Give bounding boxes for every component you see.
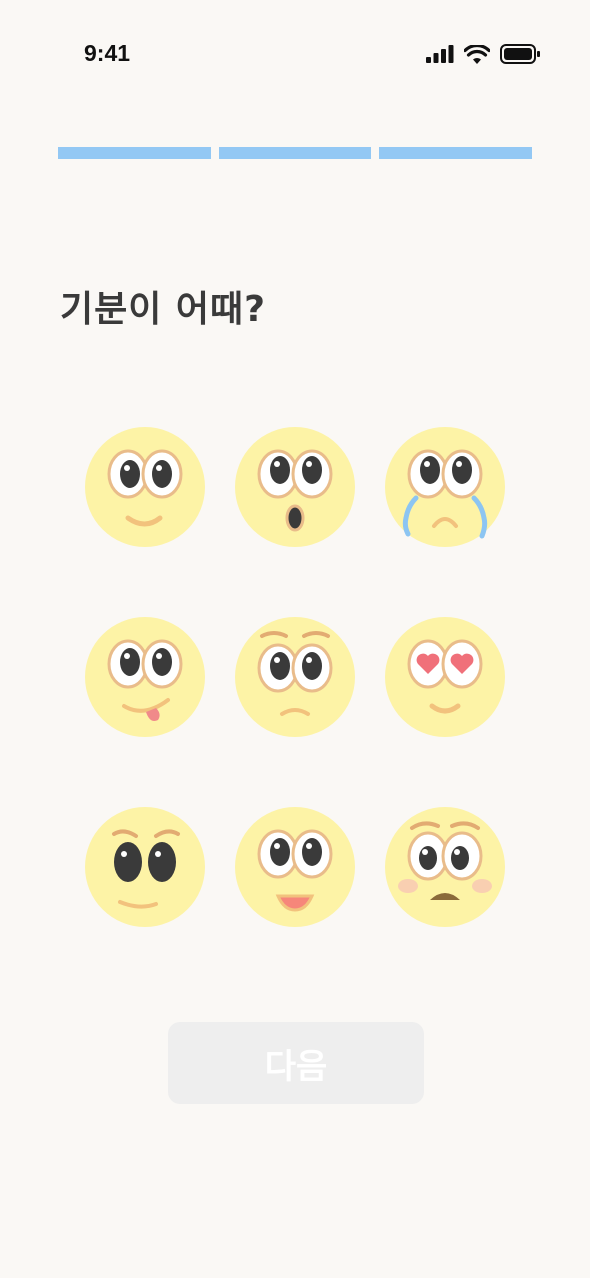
tongue-icon bbox=[85, 617, 205, 737]
progress-segment bbox=[58, 147, 211, 159]
wifi-icon bbox=[464, 44, 490, 64]
cellular-signal-icon bbox=[426, 45, 454, 63]
battery-icon bbox=[500, 44, 540, 64]
status-bar: 9:41 bbox=[0, 0, 590, 100]
heart-eyes-icon bbox=[385, 617, 505, 737]
page-title: 기분이 어때? bbox=[60, 289, 267, 330]
mood-option-crying[interactable] bbox=[384, 426, 506, 548]
mood-option-surprised[interactable] bbox=[234, 426, 356, 548]
mood-option-love[interactable] bbox=[384, 616, 506, 738]
mood-option-playful[interactable] bbox=[84, 616, 206, 738]
mood-option-worried[interactable] bbox=[234, 616, 356, 738]
embarrassed-icon bbox=[385, 807, 505, 927]
status-time: 9:41 bbox=[84, 40, 131, 66]
smirk-icon bbox=[85, 807, 205, 927]
mood-option-smirking[interactable] bbox=[84, 806, 206, 928]
progress-bar bbox=[58, 147, 533, 159]
next-button[interactable]: 다음 bbox=[168, 1022, 424, 1104]
progress-segment bbox=[218, 147, 372, 159]
mood-option-embarrassed[interactable] bbox=[384, 806, 506, 928]
mood-option-happy[interactable] bbox=[234, 806, 356, 928]
worried-icon bbox=[235, 617, 355, 737]
status-icons bbox=[426, 44, 540, 64]
progress-segment bbox=[379, 147, 533, 159]
crying-icon bbox=[385, 427, 505, 547]
surprised-icon bbox=[235, 427, 355, 547]
grin-icon bbox=[235, 807, 355, 927]
mood-option-smiling[interactable] bbox=[84, 426, 206, 548]
smile-icon bbox=[85, 427, 205, 547]
mood-grid bbox=[84, 426, 507, 928]
